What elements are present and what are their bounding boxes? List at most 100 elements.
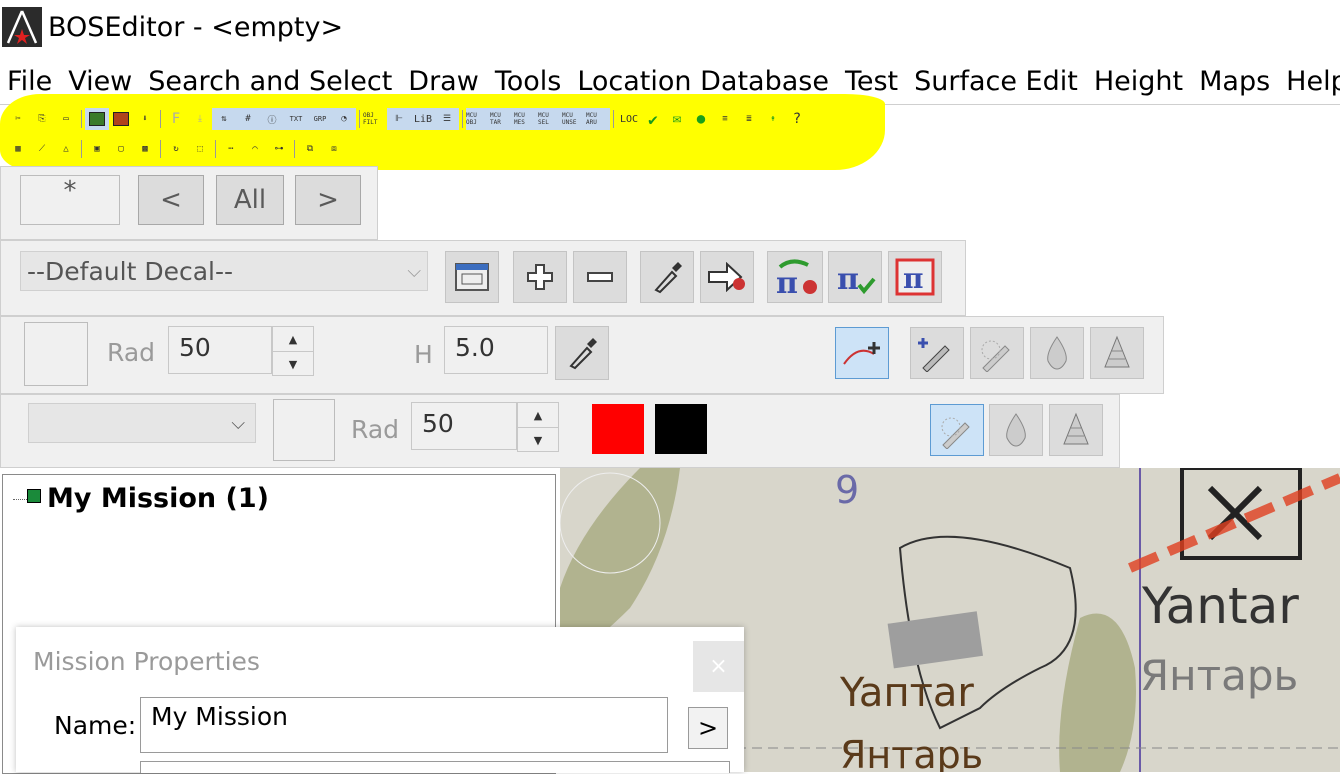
draw-polygon-icon[interactable]: △ [54,138,78,160]
sort-icon[interactable]: ⇅ [212,108,236,130]
object-filter-button[interactable]: OBJ FILT [363,108,387,130]
mcu-sel-button[interactable]: MCU SEL [538,108,562,130]
library-button[interactable]: LiB [411,108,435,130]
paint-layer-select[interactable]: ⌵ [28,403,256,443]
path-node-icon[interactable]: ⊶ [267,138,291,160]
paste-icon[interactable]: ⧉ [298,138,322,160]
path-add-icon[interactable]: ⋯ [219,138,243,160]
decal-browser-button[interactable] [445,251,499,303]
next-button[interactable]: > [295,175,361,225]
mail-icon[interactable]: ✉ [665,108,689,130]
texture-icon[interactable]: ▦ [6,138,30,160]
paste-special-icon[interactable]: ⧈ [322,138,346,160]
download-icon[interactable]: ⬇ [133,108,157,130]
menu-help[interactable]: Help [1278,62,1340,102]
spin-down-icon[interactable]: ▼ [273,351,313,376]
group-button[interactable]: GRP [308,108,332,130]
check-icon[interactable]: ✔ [641,108,665,130]
all-button[interactable]: All [216,175,284,225]
map-label-yantar-ru-2: Янтарь [840,733,983,772]
decal-select[interactable]: --Default Decal-- ⌵ [20,251,428,291]
toolbar-row-2: ▦ ⟋ △ ▣ ▢ ▩ ↻ ⬚ ⋯ ⌒ ⊶ ⧉ ⧈ [6,137,346,161]
clock-icon[interactable]: ◔ [332,108,356,130]
dialog-title: Mission Properties [33,647,260,676]
spin-up-icon[interactable]: ▲ [518,403,558,427]
spin-down-icon[interactable]: ▼ [518,427,558,452]
list-icon[interactable]: ☰ [435,108,459,130]
mcu-tar-button[interactable]: MCU TAR [490,108,514,130]
layers-stack-icon[interactable]: ≣ [737,108,761,130]
layers-flat-icon[interactable]: ≡ [713,108,737,130]
remove-button[interactable] [573,251,627,303]
dialog-close-button[interactable]: × [693,641,744,692]
window-icon [455,263,489,291]
menu-height[interactable]: Height [1086,62,1191,102]
menu-maps[interactable]: Maps [1191,62,1278,102]
info-icon[interactable]: ⓘ [260,108,284,130]
rotate-icon[interactable]: ↻ [164,138,188,160]
pi-check-button[interactable]: π [828,251,882,303]
grid-icon[interactable]: # [236,108,260,130]
height-preview-swatch[interactable] [24,322,88,386]
layer-icon[interactable] [85,108,109,130]
tree-root-label[interactable]: My Mission (1) [47,483,269,514]
toolbar-separator [215,140,216,158]
rad-input[interactable]: 50 [168,326,272,374]
image-add-icon[interactable]: ▣ [85,138,109,160]
image-icon[interactable]: ▢ [109,138,133,160]
mcu-aru-button[interactable]: MCU ARU [586,108,610,130]
mcu-obj-button[interactable]: MCU OBJ [466,108,490,130]
mcu-mes-button[interactable]: MCU MES [514,108,538,130]
import-icon[interactable]: ⤓ [188,108,212,130]
secondary-color-swatch[interactable] [655,404,707,454]
ruler-icon[interactable]: ▭ [54,108,78,130]
dot-icon[interactable]: ● [689,108,713,130]
height-eyedropper-button[interactable] [555,326,609,380]
draw-line-icon[interactable]: ⟋ [30,138,54,160]
copy-icon[interactable]: ⎘ [30,108,54,130]
mcu-unse-button[interactable]: MCU UNSE [562,108,586,130]
paint-cone-button[interactable] [1049,404,1103,456]
add-button[interactable] [513,251,567,303]
brush-blur-button[interactable] [970,327,1024,379]
paint-rad-input[interactable]: 50 [411,402,517,450]
paint-rad-spinner[interactable]: ▲ ▼ [517,402,559,452]
select-rect-icon[interactable]: ⬚ [188,138,212,160]
primary-color-swatch[interactable] [592,404,644,454]
toolbar-separator [81,110,82,128]
apply-arrow-button[interactable] [700,251,754,303]
f-button[interactable]: F [164,108,188,130]
filter-field[interactable]: * [20,175,120,225]
help-icon[interactable]: ? [785,108,809,130]
brush-blur-icon [981,340,1010,372]
curve-add-icon [843,342,880,365]
tree-up-icon[interactable]: ↟ [761,108,785,130]
name-input[interactable]: My Mission [140,697,668,753]
path-curve-icon[interactable]: ⌒ [243,138,267,160]
brush-add-button[interactable] [910,327,964,379]
paint-drop-button[interactable] [989,404,1043,456]
description-input[interactable] [140,761,730,773]
prev-button[interactable]: < [138,175,204,225]
paint-preview-swatch[interactable] [273,399,335,461]
plus-icon [527,264,553,290]
cut-icon[interactable]: ✂ [6,108,30,130]
name-go-button[interactable]: > [688,707,728,749]
spin-up-icon[interactable]: ▲ [273,327,313,351]
eyedropper-button[interactable] [640,251,694,303]
h-input[interactable]: 5.0 [444,326,548,374]
loc-button[interactable]: LOC [617,108,641,130]
rad-spinner[interactable]: ▲ ▼ [272,326,314,376]
text-button[interactable]: TXT [284,108,308,130]
pi-frame-button[interactable]: π [888,251,942,303]
pi-refresh-button[interactable]: π [767,251,823,303]
paint-brush-blur-button[interactable] [930,404,984,456]
cone-button[interactable] [1090,327,1144,379]
menu-surface-edit[interactable]: Surface Edit [906,62,1086,102]
drop-button[interactable] [1030,327,1084,379]
add-curve-button[interactable] [835,327,889,379]
layers-icon[interactable] [109,108,133,130]
tree-icon[interactable]: ⊩ [387,108,411,130]
toolbar-separator [160,140,161,158]
checker-icon[interactable]: ▩ [133,138,157,160]
